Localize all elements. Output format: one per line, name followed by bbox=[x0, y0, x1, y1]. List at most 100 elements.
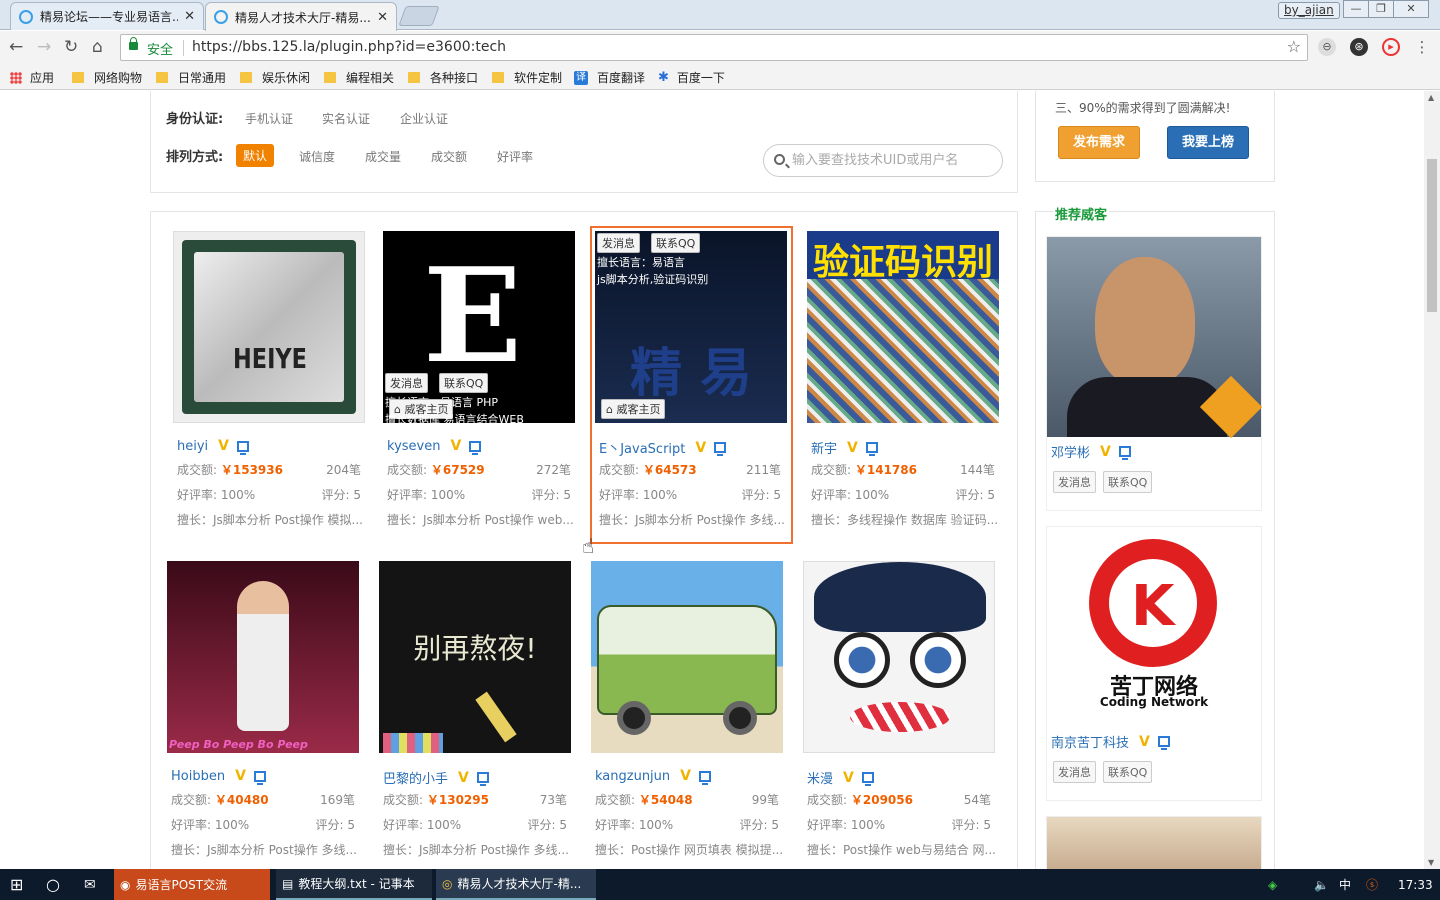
search-input[interactable] bbox=[792, 150, 992, 170]
avatar[interactable]: 验证码识别 bbox=[807, 231, 999, 423]
home-icon[interactable]: ⌂ bbox=[92, 37, 103, 57]
send-message-button[interactable]: 发消息 bbox=[385, 373, 428, 393]
recommended-item[interactable]: 邓学彬 V 发消息 联系QQ bbox=[1046, 236, 1263, 511]
forward-arrow-icon[interactable]: → bbox=[37, 37, 51, 57]
bookmark-daily[interactable]: 日常通用 bbox=[156, 69, 226, 86]
mail-icon[interactable]: ✉ bbox=[78, 869, 108, 900]
send-message-button[interactable]: 发消息 bbox=[597, 233, 640, 253]
profile-name[interactable]: by_ajian bbox=[1278, 2, 1340, 19]
avatar[interactable] bbox=[591, 561, 783, 753]
url-text[interactable]: https://bbs.125.la/plugin.php?id=e3600:t… bbox=[192, 39, 506, 55]
bookmark-apis[interactable]: 各种接口 bbox=[408, 69, 478, 86]
tech-name[interactable]: 巴黎的小手 V bbox=[383, 768, 489, 787]
taskbar-app-post[interactable]: ◉ 易语言POST交流 bbox=[114, 869, 270, 900]
avatar[interactable]: E 发消息 联系QQ 擅长语言：易语言 PHP ⌂ 威客主页 擅长数据库 易语言… bbox=[383, 231, 575, 423]
filter-phone-verified[interactable]: 手机认证 bbox=[245, 110, 293, 127]
close-tab-icon[interactable]: ✕ bbox=[184, 9, 195, 24]
send-message-button[interactable]: 发消息 bbox=[1053, 471, 1096, 493]
bookmark-entertainment[interactable]: 娱乐休闲 bbox=[240, 69, 310, 86]
address-bar[interactable]: 安全 https://bbs.125.la/plugin.php?id=e360… bbox=[120, 34, 1308, 61]
homepage-button[interactable]: ⌂ 威客主页 bbox=[601, 399, 666, 419]
tech-name[interactable]: heiyi V bbox=[177, 438, 249, 455]
bookmark-apps[interactable]: 应用 bbox=[10, 69, 54, 86]
post-request-button[interactable]: 发布需求 bbox=[1058, 126, 1140, 159]
tech-name[interactable]: 米漫 V bbox=[807, 768, 874, 787]
reload-icon[interactable]: ↻ bbox=[64, 37, 78, 57]
taskbar-app-notepad[interactable]: ▤ 教程大纲.txt - 记事本 bbox=[276, 869, 432, 900]
browser-tab-tech-hall[interactable]: 精易人才技术大厅-精易... ✕ bbox=[205, 2, 397, 31]
clock[interactable]: 17:33 bbox=[1392, 869, 1433, 900]
tech-name[interactable]: kangzunjun V bbox=[595, 768, 711, 785]
recommended-name[interactable]: 南京苦丁科技 V bbox=[1051, 732, 1170, 751]
extension-reader-icon[interactable]: ⊖ bbox=[1318, 38, 1336, 56]
filter-realname-verified[interactable]: 实名认证 bbox=[322, 110, 370, 127]
computer-icon bbox=[861, 772, 874, 786]
scroll-up-arrow-icon[interactable]: ▲ bbox=[1428, 93, 1434, 102]
company-logo[interactable]: K 苦丁网络 Coding Network bbox=[1047, 527, 1261, 727]
new-tab-button[interactable] bbox=[398, 6, 440, 26]
join-ranking-button[interactable]: 我要上榜 bbox=[1167, 126, 1249, 159]
contact-qq-button[interactable]: 联系QQ bbox=[1103, 471, 1153, 493]
sort-credit[interactable]: 诚信度 bbox=[299, 148, 335, 165]
bookmark-baidu[interactable]: ✱ 百度一下 bbox=[658, 69, 725, 86]
folder-icon bbox=[156, 72, 168, 83]
ime-indicator[interactable]: 中 bbox=[1333, 869, 1353, 900]
volume-icon[interactable]: 🔈 bbox=[1308, 869, 1329, 900]
windows-start-icon[interactable]: ⊞ bbox=[4, 869, 34, 900]
tech-card[interactable]: 米漫 V 成交额: ￥209056 54笔 好评率: 100% 评分: 5 擅长：… bbox=[803, 561, 1001, 861]
bookmark-programming[interactable]: 编程相关 bbox=[324, 69, 394, 86]
contact-qq-button[interactable]: 联系QQ bbox=[439, 373, 489, 393]
contact-qq-button[interactable]: 联系QQ bbox=[1103, 761, 1153, 783]
close-tab-icon[interactable]: ✕ bbox=[377, 10, 388, 25]
tech-card[interactable]: kangzunjun V 成交额: ￥54048 99笔 好评率: 100% 评分… bbox=[591, 561, 789, 861]
vip-icon: V bbox=[218, 438, 229, 454]
avatar[interactable] bbox=[803, 561, 995, 753]
avatar[interactable]: HEIYE bbox=[173, 231, 365, 423]
sort-default[interactable]: 默认 bbox=[236, 144, 275, 167]
tray-app-icon[interactable]: ◈ bbox=[1262, 869, 1282, 900]
search-circle-icon[interactable]: ○ bbox=[40, 869, 70, 900]
bookmark-star-icon[interactable]: ☆ bbox=[1287, 37, 1301, 56]
bookmark-baidu-translate[interactable]: 译百度翻译 bbox=[574, 69, 645, 86]
tech-name[interactable]: E丶JavaScript V bbox=[599, 438, 727, 457]
sort-good-rate[interactable]: 好评率 bbox=[497, 148, 533, 165]
tech-card[interactable]: 别再熬夜! 巴黎的小手 V 成交额: ￥130295 73笔 好评率: 100% … bbox=[379, 561, 577, 861]
close-window-button[interactable]: ✕ bbox=[1393, 0, 1429, 18]
avatar[interactable] bbox=[1047, 237, 1263, 439]
tech-name[interactable]: 新宇 V bbox=[811, 438, 878, 457]
score: 评分: 5 bbox=[951, 818, 991, 832]
avatar[interactable]: 别再熬夜! bbox=[379, 561, 571, 753]
send-message-button[interactable]: 发消息 bbox=[1053, 761, 1096, 783]
back-arrow-icon[interactable]: ← bbox=[9, 37, 23, 57]
tech-card[interactable]: 精 易 发消息 联系QQ 擅长语言：易语言 js脚本分析,验证码识别 ⌂ 威客主… bbox=[590, 226, 793, 544]
extension-shield-icon[interactable]: ⊛ bbox=[1350, 38, 1368, 56]
minimize-button[interactable]: — bbox=[1343, 0, 1369, 18]
scroll-thumb[interactable] bbox=[1427, 159, 1437, 312]
sort-volume[interactable]: 成交量 bbox=[365, 148, 401, 165]
tech-name[interactable]: kyseven V bbox=[387, 438, 482, 455]
recommended-item[interactable] bbox=[1046, 816, 1262, 869]
recommended-item[interactable]: K 苦丁网络 Coding Network 南京苦丁科技 V 发消息 联系QQ bbox=[1046, 526, 1262, 801]
contact-qq-button[interactable]: 联系QQ bbox=[651, 233, 701, 253]
filter-company-verified[interactable]: 企业认证 bbox=[400, 110, 448, 127]
tray-sogou-icon[interactable]: ⓢ bbox=[1360, 869, 1380, 900]
tech-card[interactable]: E 发消息 联系QQ 擅长语言：易语言 PHP ⌂ 威客主页 擅长数据库 易语言… bbox=[383, 231, 581, 531]
tech-name[interactable]: Hoibben V bbox=[171, 768, 266, 785]
bookmark-software[interactable]: 软件定制 bbox=[492, 69, 562, 86]
restore-button[interactable]: ❐ bbox=[1368, 0, 1394, 18]
page-scrollbar[interactable]: ▲ ▼ bbox=[1424, 91, 1440, 869]
recommended-name[interactable]: 邓学彬 V bbox=[1051, 442, 1131, 461]
taskbar-app-chrome[interactable]: ◎ 精易人才技术大厅-精... bbox=[436, 869, 596, 900]
browser-tab-forum[interactable]: 精易论坛——专业易语言... ✕ bbox=[10, 2, 204, 30]
avatar[interactable]: 精 易 发消息 联系QQ 擅长语言：易语言 js脚本分析,验证码识别 ⌂ 威客主… bbox=[595, 231, 787, 423]
tech-card[interactable]: Peep Bo Peep Bo Peep Hoibben V 成交额: ￥4048… bbox=[167, 561, 365, 861]
sort-amount[interactable]: 成交额 bbox=[431, 148, 467, 165]
deal-amount: 成交额: ￥67529 bbox=[387, 463, 485, 477]
bookmark-shopping[interactable]: 网络购物 bbox=[72, 69, 142, 86]
tech-card[interactable]: HEIYE heiyi V 成交额: ￥153936 204笔 好评率: 100%… bbox=[173, 231, 371, 531]
scroll-down-arrow-icon[interactable]: ▼ bbox=[1428, 858, 1434, 867]
extension-record-icon[interactable]: ▸ bbox=[1382, 38, 1400, 56]
avatar[interactable]: Peep Bo Peep Bo Peep bbox=[167, 561, 359, 753]
tech-card[interactable]: 验证码识别 新宇 V 成交额: ￥141786 144笔 好评率: 100% 评分… bbox=[807, 231, 1005, 531]
menu-dots-icon[interactable]: ⋮ bbox=[1413, 38, 1431, 56]
